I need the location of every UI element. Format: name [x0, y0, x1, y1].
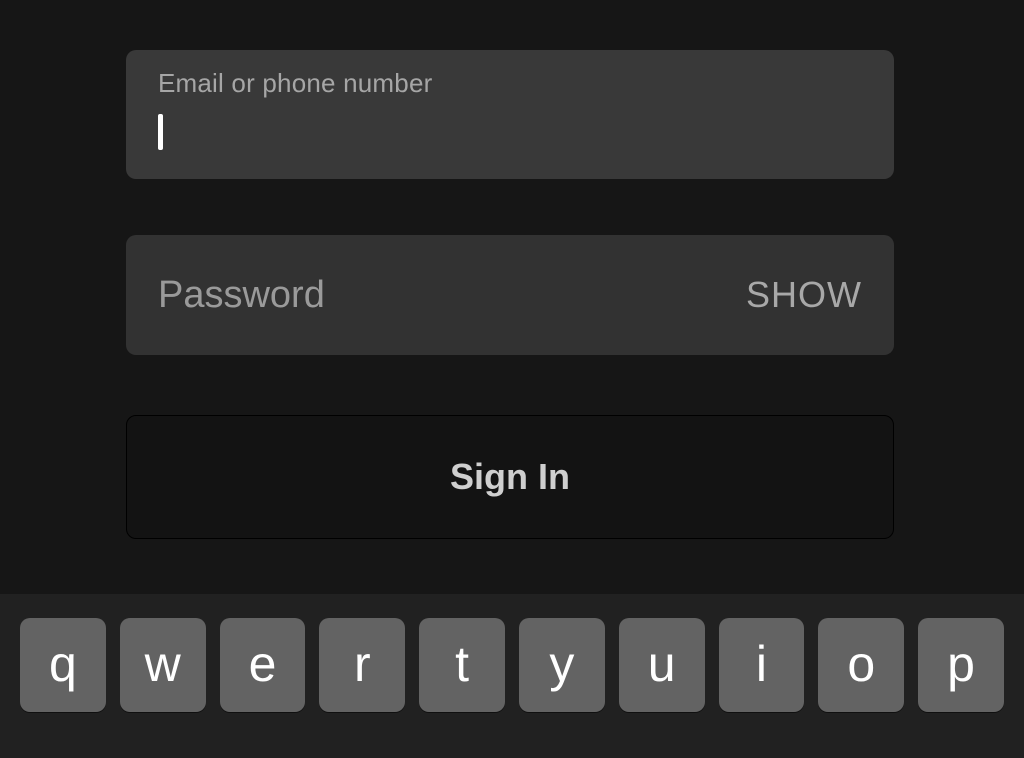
text-caret-icon [158, 114, 163, 150]
key-y[interactable]: y [519, 618, 605, 712]
show-password-button[interactable]: SHOW [746, 274, 862, 316]
key-r[interactable]: r [319, 618, 405, 712]
password-placeholder: Password [158, 274, 325, 317]
signin-button[interactable]: Sign In [126, 415, 894, 539]
key-i[interactable]: i [719, 618, 805, 712]
key-q[interactable]: q [20, 618, 106, 712]
key-u[interactable]: u [619, 618, 705, 712]
key-o[interactable]: o [818, 618, 904, 712]
signin-form: Email or phone number Password SHOW Sign… [0, 0, 1024, 539]
password-field[interactable]: Password SHOW [126, 235, 894, 355]
key-p[interactable]: p [918, 618, 1004, 712]
email-input-line [158, 113, 862, 151]
key-t[interactable]: t [419, 618, 505, 712]
email-field[interactable]: Email or phone number [126, 50, 894, 179]
email-label: Email or phone number [158, 68, 862, 99]
onscreen-keyboard: q w e r t y u i o p [0, 594, 1024, 758]
key-w[interactable]: w [120, 618, 206, 712]
key-e[interactable]: e [220, 618, 306, 712]
